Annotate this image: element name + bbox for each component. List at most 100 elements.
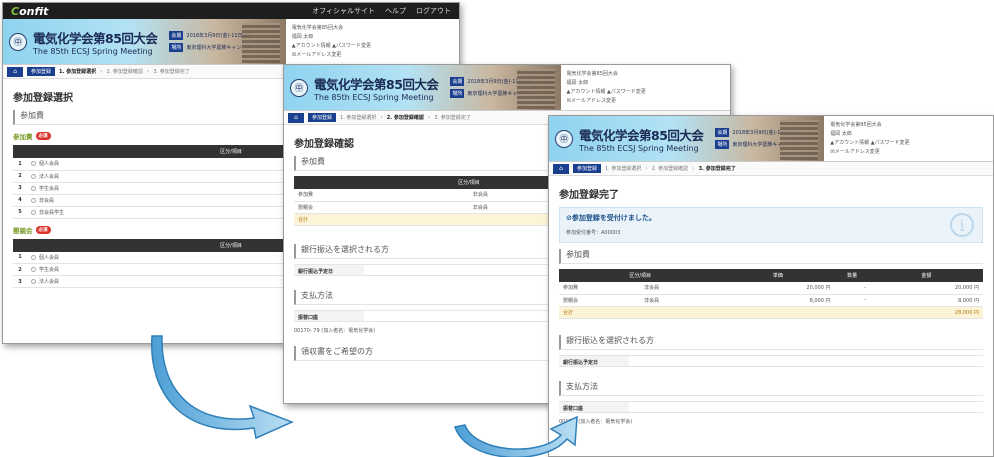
row-type: 非会員 [640, 282, 722, 295]
conference-banner: ㊥ 電気化学会第85回大会 The 85th ECSJ Spring Meeti… [3, 19, 286, 64]
row-item: 参加費 [294, 189, 469, 202]
crumb-step1[interactable]: 1. 参加登録選択 [340, 114, 376, 121]
completion-notice: ⊘参加登録を受付けました。 参加受付番号：A00003 i [559, 207, 983, 243]
chevron-right-icon: › [692, 165, 695, 172]
flow-illustration: Confit オフィシャルサイト ヘルプ ログアウト ㊥ 電気化学会第85回大会… [0, 0, 994, 457]
payment-label: 振替口座 [294, 310, 364, 321]
account-user: 福岡 太郎 [291, 34, 314, 40]
building-image [780, 120, 819, 160]
account-email-link[interactable]: ☒メールアドレス変更 [830, 148, 987, 155]
nav-help[interactable]: ヘルプ [385, 6, 406, 16]
account-links[interactable]: ▲アカウント情報 ▲パスワード変更 [567, 88, 724, 95]
home-icon[interactable]: ⌂ [553, 163, 569, 174]
confit-logo[interactable]: Confit [11, 5, 48, 18]
venue-tag: 場所 [715, 140, 730, 149]
bank-date-label: 銀行振込予定日 [294, 264, 364, 275]
radio-button[interactable] [31, 279, 36, 284]
home-icon[interactable]: ⌂ [288, 112, 304, 123]
curved-arrow-icon [454, 415, 578, 457]
date-tag: 会期 [450, 77, 465, 86]
row-type: 非会員 [640, 294, 722, 307]
society-seal-icon: ㊥ [290, 78, 308, 97]
account-links[interactable]: ▲アカウント情報 ▲パスワード変更 [292, 42, 453, 49]
section-bank: 銀行振込を選択される方 [559, 334, 983, 350]
row-label: 非会員 [39, 197, 55, 204]
radio-button[interactable] [31, 185, 36, 191]
chevron-right-icon: › [146, 68, 150, 75]
radio-button[interactable] [31, 209, 36, 215]
party-heading-label: 懇親会 [13, 226, 33, 235]
fee-heading-label: 参加費 [13, 133, 33, 141]
screen-registration-complete: ㊥ 電気化学会第85回大会 The 85th ECSJ Spring Meeti… [548, 115, 994, 457]
radio-button[interactable] [31, 267, 36, 272]
venue-tag: 場所 [169, 43, 184, 52]
row-qty: - [834, 282, 870, 295]
crumb-registration[interactable]: 参加登録 [27, 67, 56, 76]
column-qty: 数量 [834, 269, 870, 282]
account-email-link[interactable]: ☒メールアドレス変更 [292, 51, 453, 58]
column-price: 単価 [721, 269, 835, 282]
nav-logout[interactable]: ログアウト [416, 6, 451, 16]
radio-button[interactable] [31, 197, 36, 203]
row-label: 個人会員 [39, 161, 60, 168]
page-title: 参加登録完了 [559, 190, 619, 201]
top-nav: オフィシャルサイト ヘルプ ログアウト [312, 6, 451, 16]
chevron-right-icon: › [645, 165, 648, 172]
account-user: 福岡 太郎 [566, 80, 589, 86]
row-label: 法人会員 [39, 279, 60, 285]
nav-official-site[interactable]: オフィシャルサイト [312, 6, 375, 16]
table-row: 懇親会 非会員 8,000 円 - 8,000 円 [559, 294, 983, 307]
conference-banner: ㊥ 電気化学会第85回大会 The 85th ECSJ Spring Meeti… [549, 116, 825, 161]
row-label: 法人会員 [39, 173, 60, 180]
row-label: 非会員学生 [39, 209, 65, 216]
conference-banner: ㊥ 電気化学会第85回大会 The 85th ECSJ Spring Meeti… [284, 65, 561, 110]
home-icon[interactable]: ⌂ [7, 66, 23, 77]
society-seal-icon: ㊥ [555, 129, 573, 148]
banner-title-jp: 電気化学会第85回大会 [314, 76, 439, 92]
date-tag: 会期 [715, 128, 730, 137]
society-seal-icon: ㊥ [9, 32, 27, 51]
header: ㊥ 電気化学会第85回大会 The 85th ECSJ Spring Meeti… [284, 65, 730, 111]
account-event: 電気化学会第85回大会 [291, 25, 344, 31]
header: ㊥ 電気化学会第85回大会 The 85th ECSJ Spring Meeti… [549, 116, 993, 162]
building-image [241, 23, 280, 63]
receipt-number: 参加受付番号：A00003 [566, 230, 621, 236]
crumb-step1: 1. 参加登録選択 [59, 69, 97, 75]
crumb-step3: 3. 参加登録完了 [698, 166, 736, 172]
account-links[interactable]: ▲アカウント情報 ▲パスワード変更 [830, 139, 987, 146]
crumb-step2: 2. 参加登録確認 [386, 115, 424, 121]
required-badge: 必須 [35, 225, 51, 234]
radio-button[interactable] [31, 173, 36, 179]
banner-title-en: The 85th ECSJ Spring Meeting [579, 143, 699, 153]
chevron-right-icon: › [380, 114, 383, 121]
venue-tag: 場所 [450, 89, 465, 98]
section-fee: 参加費 [559, 249, 983, 264]
radio-button[interactable] [31, 254, 36, 260]
row-qty: - [834, 294, 870, 307]
account-event: 電気化学会第85回大会 [830, 122, 882, 128]
account-panel: 電気化学会第85回大会 福岡 太郎 ▲アカウント情報 ▲パスワード変更 ☒メール… [561, 65, 730, 110]
header: ㊥ 電気化学会第85回大会 The 85th ECSJ Spring Meeti… [3, 19, 459, 65]
crumb-registration[interactable]: 参加登録 [573, 164, 602, 173]
top-bar: Confit オフィシャルサイト ヘルプ ログアウト [3, 3, 459, 19]
bank-date-row: 銀行振込予定日 [559, 354, 983, 367]
completion-message: ⊘参加登録を受付けました。 [566, 214, 656, 222]
row-label: 個人会員 [39, 254, 60, 261]
account-panel: 電気化学会第85回大会 福岡 太郎 ▲アカウント情報 ▲パスワード変更 ☒メール… [286, 19, 459, 64]
complete-fee-table: 区分/項目 単価 数量 金額 参加費 非会員 20,000 円 - 20,000… [559, 269, 983, 319]
radio-button[interactable] [31, 161, 36, 167]
account-email-link[interactable]: ☒メールアドレス変更 [567, 97, 724, 104]
row-label: 学生会員 [39, 185, 60, 192]
crumb-step3: 3. 参加登録完了 [153, 69, 190, 75]
row-item: 懇親会 [294, 201, 469, 214]
banner-title-jp: 電気化学会第85回大会 [33, 30, 158, 46]
crumb-step1: 1. 参加登録選択 [605, 166, 642, 172]
row-label: 学生会員 [39, 267, 60, 273]
account-event: 電気化学会第85回大会 [566, 71, 618, 77]
payment-row: 振替口座 [559, 400, 983, 413]
chevron-right-icon: › [427, 114, 431, 121]
building-image [516, 69, 555, 109]
table-row: 参加費 非会員 20,000 円 - 20,000 円 [559, 282, 983, 295]
total-amount: 28,000 円 [869, 306, 983, 319]
crumb-registration[interactable]: 参加登録 [308, 113, 337, 122]
